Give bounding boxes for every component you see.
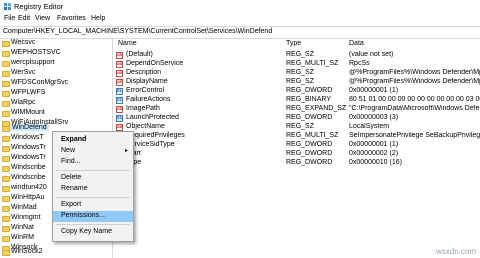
value-row[interactable]: StartREG_DWORD0x00000002 (2) — [114, 150, 480, 159]
watermark: wsxdn.com — [435, 247, 476, 256]
folder-icon — [2, 176, 10, 182]
menu-item-expand[interactable]: Expand — [53, 135, 133, 146]
context-menu: Expand New ▸ Find... Delete Rename Export… — [52, 131, 134, 242]
column-header-name[interactable]: Name — [114, 38, 284, 49]
value-row[interactable]: DescriptionREG_SZ@%ProgramFiles%\Windows… — [114, 69, 480, 78]
menu-item-new[interactable]: New ▸ — [53, 146, 133, 157]
value-row[interactable]: LaunchProtectedREG_DWORD0x00000003 (3) — [114, 114, 480, 123]
menu-item-rename[interactable]: Rename — [53, 184, 133, 195]
folder-icon — [2, 71, 10, 77]
window-title: Registry Editor — [14, 2, 64, 11]
menu-item-copy-key-name[interactable]: Copy Key Name — [53, 227, 133, 238]
string-value-icon — [116, 79, 123, 86]
folder-icon — [2, 216, 10, 222]
menu-separator — [56, 224, 130, 225]
tree-item[interactable]: Wecsvc — [0, 39, 112, 49]
folder-icon — [2, 196, 10, 202]
string-value-icon — [116, 106, 123, 113]
folder-icon — [2, 250, 10, 256]
value-row[interactable]: ObjectNameREG_SZLocalSystem — [114, 123, 480, 132]
string-value-icon — [116, 52, 123, 59]
menu-separator — [56, 170, 130, 171]
folder-icon — [2, 186, 10, 192]
binary-value-icon — [116, 88, 123, 95]
menu-item-permissions[interactable]: Permissions... — [53, 211, 133, 222]
tree-item[interactable]: WFDSConMgrSvc — [0, 79, 112, 89]
value-row[interactable]: DisplayNameREG_SZ@%ProgramFiles%\Windows… — [114, 78, 480, 87]
menu-edit[interactable]: Edit — [18, 15, 30, 22]
value-row[interactable]: FailureActionsREG_BINARY80 51 01 00 00 0… — [114, 96, 480, 105]
folder-icon — [2, 226, 10, 232]
tree-item[interactable]: WFPLWFS — [0, 89, 112, 99]
value-row[interactable]: ErrorControlREG_DWORD0x00000001 (1) — [114, 87, 480, 96]
folder-icon — [2, 156, 10, 162]
folder-icon — [2, 126, 10, 132]
folder-icon — [2, 236, 10, 242]
tree-item[interactable]: WinSock2 — [0, 248, 112, 258]
value-row[interactable]: (Default)REG_SZ(value not set) — [114, 51, 480, 60]
folder-icon — [2, 61, 10, 67]
tree-item[interactable]: WiaRpc — [0, 99, 112, 109]
column-header-data[interactable]: Data — [349, 38, 479, 49]
tree-item[interactable]: WEPHOSTSVC — [0, 49, 112, 59]
folder-icon — [2, 136, 10, 142]
folder-icon — [2, 206, 10, 212]
folder-icon — [2, 111, 10, 117]
value-row[interactable]: ServiceSidTypeREG_DWORD0x00000001 (1) — [114, 141, 480, 150]
value-row[interactable]: TypeREG_DWORD0x00000010 (16) — [114, 159, 480, 168]
string-value-icon — [116, 61, 123, 68]
values-pane[interactable]: Name Type Data (Default)REG_SZ(value not… — [114, 38, 480, 258]
binary-value-icon — [116, 115, 123, 122]
folder-icon — [2, 51, 10, 57]
menu-view[interactable]: View — [35, 15, 50, 22]
menu-item-export[interactable]: Export — [53, 200, 133, 211]
folder-icon — [2, 101, 10, 107]
menu-help[interactable]: Help — [91, 15, 105, 22]
folder-icon — [2, 81, 10, 87]
menu-bar: File Edit View Favorites Help — [0, 14, 480, 25]
column-header-type[interactable]: Type — [286, 38, 348, 49]
folder-icon — [2, 146, 10, 152]
folder-icon — [2, 91, 10, 97]
menu-file[interactable]: File — [4, 15, 15, 22]
tree-item[interactable]: WIMMount — [0, 109, 112, 119]
menu-item-find[interactable]: Find... — [53, 157, 133, 168]
menu-item-delete[interactable]: Delete — [53, 173, 133, 184]
registry-editor-icon — [4, 3, 11, 10]
address-path: Computer\HKEY_LOCAL_MACHINE\SYSTEM\Curre… — [3, 28, 273, 35]
value-row[interactable]: ImagePathREG_EXPAND_SZ"C:\ProgramData\Mi… — [114, 105, 480, 114]
value-row[interactable]: DependOnServiceREG_MULTI_SZRpcSs — [114, 60, 480, 69]
binary-value-icon — [116, 97, 123, 104]
tree-item[interactable]: wercplsupport — [0, 59, 112, 69]
value-row[interactable]: RequiredPrivilegesREG_MULTI_SZSeImperson… — [114, 132, 480, 141]
string-value-icon — [116, 124, 123, 131]
menu-favorites[interactable]: Favorites — [57, 15, 86, 22]
folder-icon — [2, 41, 10, 47]
title-bar: Registry Editor — [0, 0, 480, 13]
string-value-icon — [116, 70, 123, 77]
chevron-right-icon: ▸ — [124, 148, 128, 154]
folder-icon — [2, 166, 10, 172]
menu-separator — [56, 197, 130, 198]
tree-item[interactable]: WerSvc — [0, 69, 112, 79]
